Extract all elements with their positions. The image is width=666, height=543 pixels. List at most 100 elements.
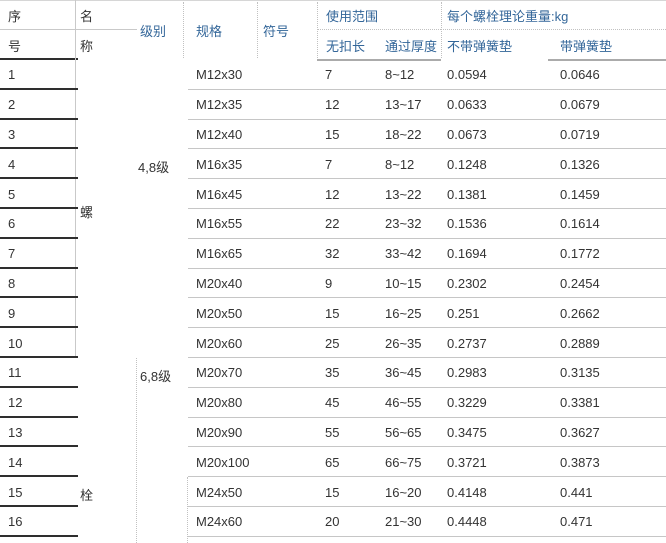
dotted-divider-under-usage xyxy=(317,29,441,30)
table-row: 14 M20x100 65 66~75 0.3721 0.3873 xyxy=(0,447,666,477)
cell-weight-without-washer: 0.3721 xyxy=(447,447,487,477)
cell-seq-no: 10 xyxy=(8,328,22,358)
cell-weight-with-washer: 0.1459 xyxy=(560,179,600,209)
seq-row-divider xyxy=(0,535,78,537)
cell-pass-thickness: 26~35 xyxy=(385,328,422,358)
table-row: 3 M12x40 15 18~22 0.0673 0.0719 xyxy=(0,120,666,150)
table-row: 2 M12x35 12 13~17 0.0633 0.0679 xyxy=(0,90,666,120)
cell-pass-thickness: 13~17 xyxy=(385,90,422,120)
cell-no-thread-length: 7 xyxy=(325,60,332,90)
header-no-thread: 无扣长 xyxy=(317,30,385,60)
divider-under-name xyxy=(76,29,137,30)
cell-no-thread-length: 15 xyxy=(325,120,339,150)
cell-spec: M24x50 xyxy=(196,477,242,507)
cell-pass-thickness: 56~65 xyxy=(385,418,422,448)
cell-no-thread-length: 12 xyxy=(325,179,339,209)
dotted-v-usage-weight xyxy=(441,2,442,58)
cell-weight-without-washer: 0.2302 xyxy=(447,269,487,299)
cell-spec: M12x35 xyxy=(196,90,242,120)
table-row: 8 M20x40 9 10~15 0.2302 0.2454 xyxy=(0,269,666,299)
table-body: 1 M12x30 7 8~12 0.0594 0.0646 2 M12x35 1… xyxy=(0,60,666,537)
cell-seq-no: 13 xyxy=(8,418,22,448)
cell-no-thread-length: 25 xyxy=(325,328,339,358)
cell-seq-no: 15 xyxy=(8,477,22,507)
cell-seq-no: 4 xyxy=(8,149,15,179)
cell-weight-with-washer: 0.1772 xyxy=(560,239,600,269)
table-row: 10 M20x60 25 26~35 0.2737 0.2889 xyxy=(0,328,666,358)
cell-weight-with-washer: 0.0679 xyxy=(560,90,600,120)
cell-spec: M20x90 xyxy=(196,418,242,448)
cell-no-thread-length: 15 xyxy=(325,298,339,328)
cell-weight-with-washer: 0.1614 xyxy=(560,209,600,239)
cell-spec: M20x60 xyxy=(196,328,242,358)
table-row: 13 M20x90 55 56~65 0.3475 0.3627 xyxy=(0,418,666,448)
cell-weight-with-washer: 0.0719 xyxy=(560,120,600,150)
table-row: 11 M20x70 35 36~45 0.2983 0.3135 xyxy=(0,358,666,388)
cell-weight-with-washer: 0.471 xyxy=(560,507,593,537)
cell-pass-thickness: 33~42 xyxy=(385,239,422,269)
merged-name-bottom-char: 栓 xyxy=(80,485,93,504)
divider-under-seq xyxy=(0,29,75,30)
cell-no-thread-length: 7 xyxy=(325,149,332,179)
cell-pass-thickness: 18~22 xyxy=(385,120,422,150)
cell-seq-no: 14 xyxy=(8,447,22,477)
header-grade: 级别 xyxy=(137,0,186,60)
data-row-divider xyxy=(188,536,666,537)
cell-pass-thickness: 10~15 xyxy=(385,269,422,299)
cell-pass-thickness: 8~12 xyxy=(385,60,414,90)
cell-pass-thickness: 13~22 xyxy=(385,179,422,209)
cell-seq-no: 1 xyxy=(8,60,15,90)
cell-weight-without-washer: 0.1536 xyxy=(447,209,487,239)
table-row: 6 M16x55 22 23~32 0.1536 0.1614 xyxy=(0,209,666,239)
table-row: 7 M16x65 32 33~42 0.1694 0.1772 xyxy=(0,239,666,269)
cell-no-thread-length: 12 xyxy=(325,90,339,120)
cell-spec: M20x50 xyxy=(196,298,242,328)
cell-pass-thickness: 23~32 xyxy=(385,209,422,239)
cell-weight-without-washer: 0.1694 xyxy=(447,239,487,269)
cell-no-thread-length: 9 xyxy=(325,269,332,299)
cell-spec: M16x65 xyxy=(196,239,242,269)
cell-spec: M20x40 xyxy=(196,269,242,299)
header-name-bottom: 称 xyxy=(76,30,140,60)
cell-spec: M20x70 xyxy=(196,358,242,388)
table-row: 1 M12x30 7 8~12 0.0594 0.0646 xyxy=(0,60,666,90)
cell-weight-with-washer: 0.2662 xyxy=(560,298,600,328)
cell-weight-without-washer: 0.251 xyxy=(447,298,480,328)
cell-spec: M16x55 xyxy=(196,209,242,239)
cell-weight-without-washer: 0.4448 xyxy=(447,507,487,537)
header-usage-group: 使用范围 xyxy=(317,0,450,30)
cell-weight-without-washer: 0.3229 xyxy=(447,388,487,418)
cell-no-thread-length: 55 xyxy=(325,418,339,448)
cell-no-thread-length: 20 xyxy=(325,507,339,537)
merged-name-top-char: 螺 xyxy=(80,202,93,221)
cell-spec: M12x40 xyxy=(196,120,242,150)
cell-weight-without-washer: 0.0673 xyxy=(447,120,487,150)
cell-weight-with-washer: 0.3135 xyxy=(560,358,600,388)
cell-weight-without-washer: 0.0633 xyxy=(447,90,487,120)
dotted-v-spec-symbol xyxy=(257,2,258,58)
cell-seq-no: 5 xyxy=(8,179,15,209)
cell-seq-no: 3 xyxy=(8,120,15,150)
cell-weight-with-washer: 0.441 xyxy=(560,477,593,507)
table-row: 4 M16x35 7 8~12 0.1248 0.1326 xyxy=(0,149,666,179)
merged-grade-top: 4,8级 xyxy=(138,157,169,176)
cell-weight-with-washer: 0.2454 xyxy=(560,269,600,299)
cell-no-thread-length: 22 xyxy=(325,209,339,239)
cell-weight-with-washer: 0.3381 xyxy=(560,388,600,418)
cell-weight-with-washer: 0.3627 xyxy=(560,418,600,448)
dotted-divider-under-weight xyxy=(441,29,666,30)
cell-weight-with-washer: 0.0646 xyxy=(560,60,600,90)
cell-no-thread-length: 32 xyxy=(325,239,339,269)
cell-weight-without-washer: 0.1381 xyxy=(447,179,487,209)
bolt-weight-table: 序 号 名 称 级别 规格 符号 使用范围 无扣长 通过厚度 每个螺栓理论重量:… xyxy=(0,0,666,543)
header-without-washer: 不带弹簧垫 xyxy=(441,30,554,60)
header-weight-group: 每个螺栓理论重量:kg xyxy=(441,0,666,30)
cell-spec: M16x35 xyxy=(196,149,242,179)
cell-weight-without-washer: 0.3475 xyxy=(447,418,487,448)
cell-spec: M12x30 xyxy=(196,60,242,90)
cell-spec: M20x80 xyxy=(196,388,242,418)
cell-weight-with-washer: 0.3873 xyxy=(560,447,600,477)
table-row: 15 M24x50 15 16~20 0.4148 0.441 xyxy=(0,477,666,507)
cell-seq-no: 12 xyxy=(8,388,22,418)
cell-no-thread-length: 15 xyxy=(325,477,339,507)
